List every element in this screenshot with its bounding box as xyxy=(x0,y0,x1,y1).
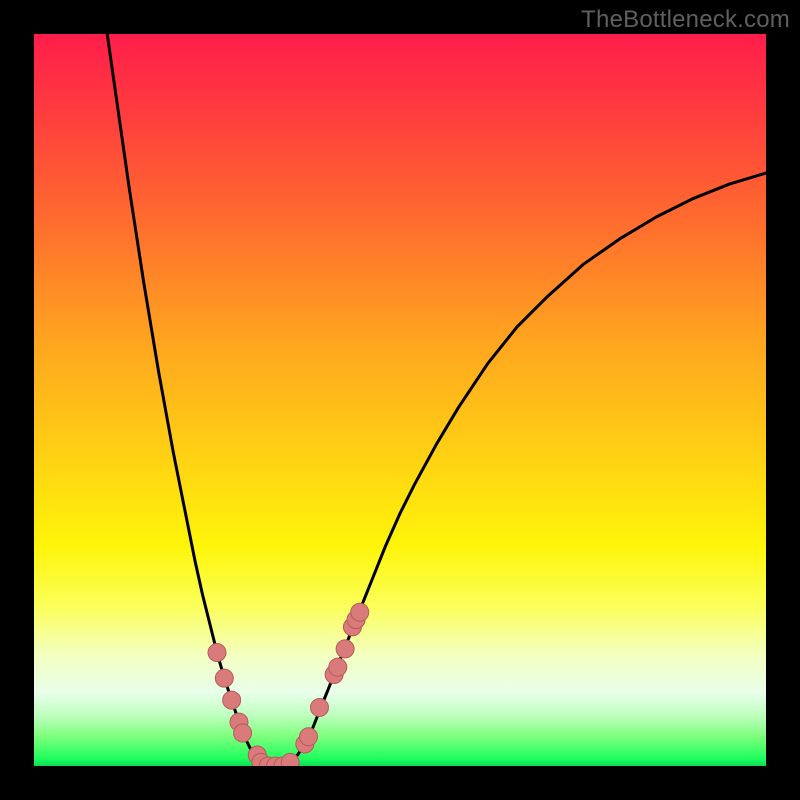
data-marker xyxy=(208,644,226,662)
data-marker xyxy=(351,603,369,621)
data-marker xyxy=(329,658,347,676)
data-marker xyxy=(234,724,252,742)
data-marker xyxy=(310,698,328,716)
chart-frame: TheBottleneck.com xyxy=(0,0,800,800)
chart-svg xyxy=(34,34,766,766)
data-marker xyxy=(223,691,241,709)
data-marker xyxy=(300,728,318,746)
plot-area xyxy=(34,34,766,766)
data-marker xyxy=(336,640,354,658)
bottleneck-curve xyxy=(107,34,766,766)
data-marker xyxy=(215,669,233,687)
watermark-text: TheBottleneck.com xyxy=(581,6,790,34)
data-marker xyxy=(281,753,299,766)
